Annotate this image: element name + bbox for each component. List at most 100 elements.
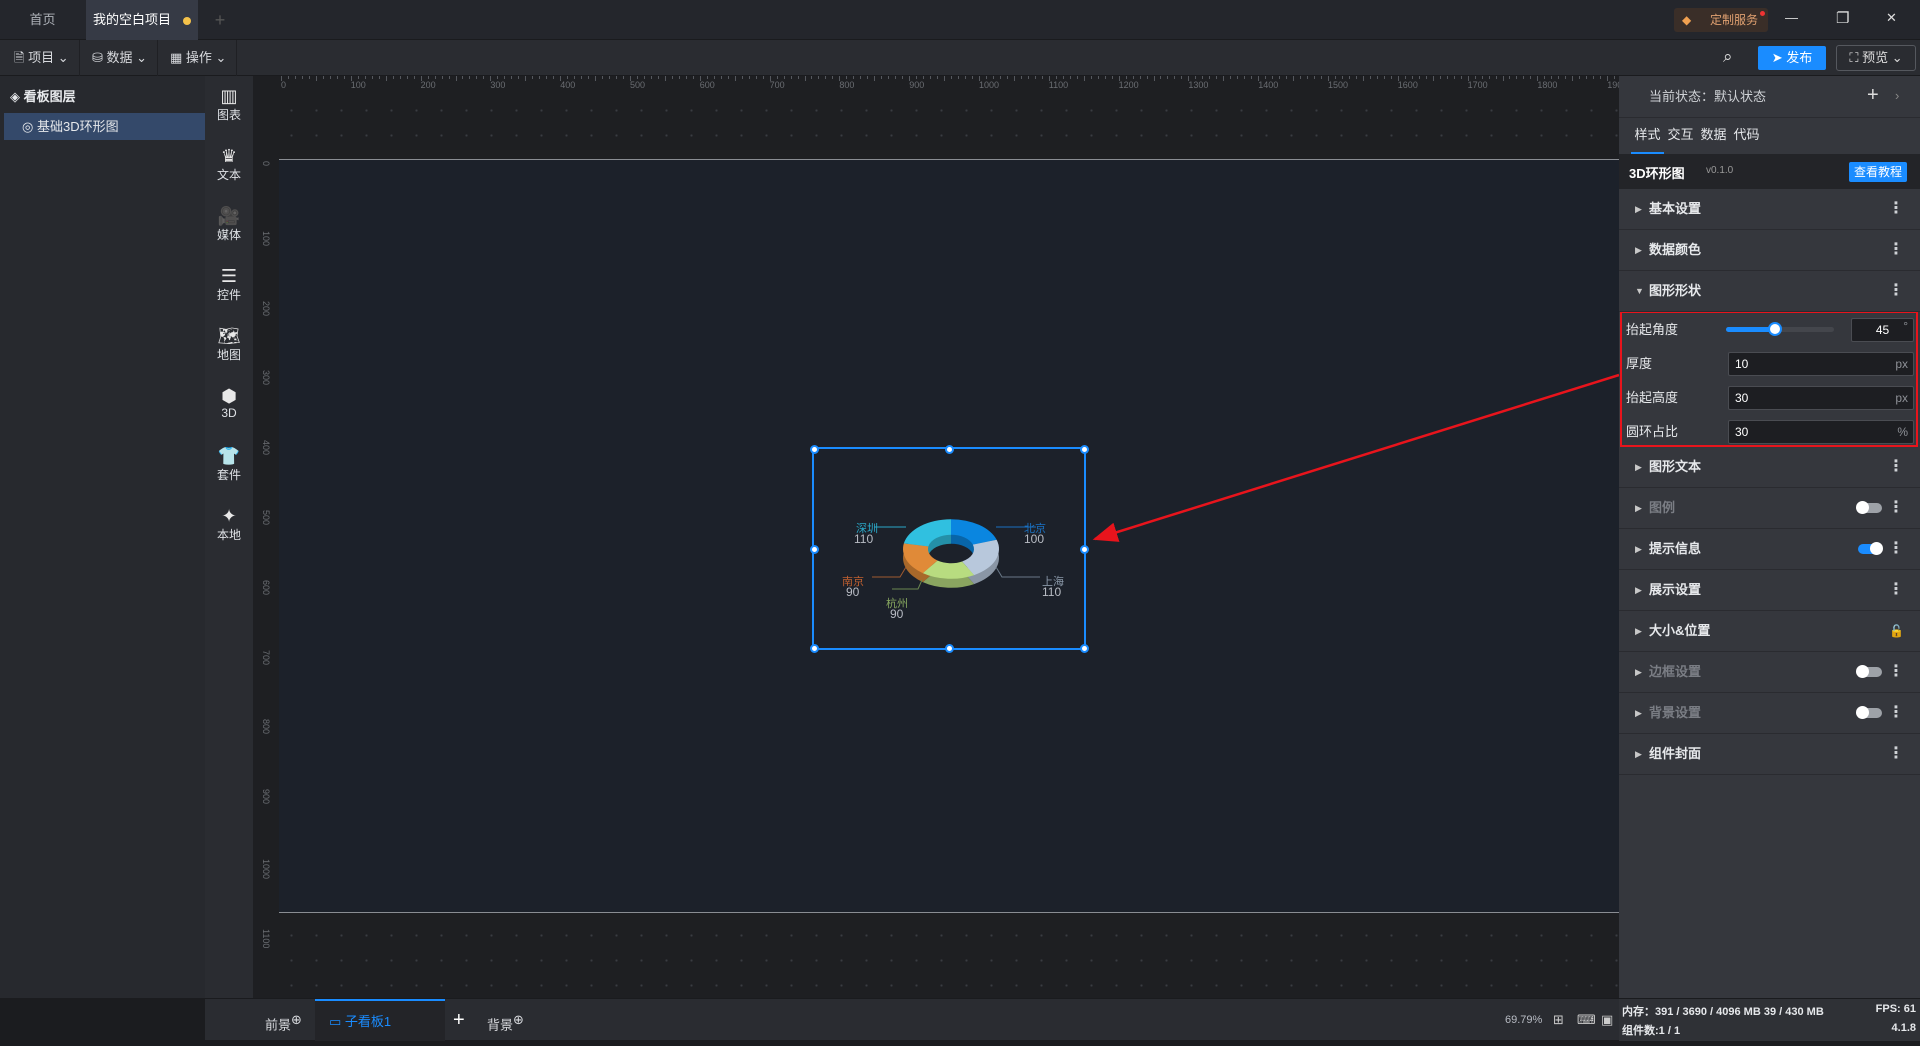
project-menu[interactable]: 🗎 项目 ⌄ [4, 40, 80, 76]
add-subboard-button[interactable]: + [453, 999, 465, 1041]
more-icon[interactable]: ⋮ [1888, 734, 1904, 774]
lift-height-input[interactable]: 30 px [1728, 386, 1914, 410]
more-icon[interactable]: ⋮ [1888, 529, 1904, 569]
section-2[interactable]: ▶ 提示信息 ⋮ [1619, 529, 1920, 570]
sidebar-item-2[interactable]: 🎥 媒体 [205, 206, 253, 243]
sidebar-item-label: 套件 [216, 468, 241, 482]
toggle-switch[interactable] [1856, 665, 1882, 678]
bottom-bar: 前景⊕ ▭ 子看板1 + 背景⊕ 69.79% ⊞ ⌨ ▣ 内存：391 / 3… [205, 998, 1920, 1041]
search-icon[interactable]: ⌕ [1723, 47, 1733, 67]
chevron-right-icon[interactable]: › [1895, 88, 1899, 103]
sidebar-item-4[interactable]: 🗺 地图 [205, 326, 253, 363]
resize-handle[interactable] [1079, 643, 1089, 653]
tab-2[interactable]: 数据 [1697, 118, 1730, 154]
more-icon[interactable]: ⋮ [1888, 189, 1904, 229]
add-circle-icon[interactable]: ⊕ [513, 1012, 524, 1027]
foreground-tab[interactable]: 前景⊕ [265, 999, 302, 1041]
caret-icon: ▶ [1635, 626, 1642, 636]
more-icon[interactable]: ⋮ [1888, 693, 1904, 733]
section-3[interactable]: ▶ 展示设置 ⋮ [1619, 570, 1920, 611]
resize-handle[interactable] [809, 544, 819, 554]
preview-button[interactable]: ⛶ 预览 ⌄ [1836, 45, 1916, 71]
tab-home[interactable]: 首页 [0, 0, 85, 40]
thickness-input[interactable]: 10 px [1728, 352, 1914, 376]
tab-0[interactable]: 样式 [1631, 118, 1664, 154]
shape-settings-highlight: 抬起角度 45 ° 厚度 10 px 抬起高度 30 px 圆环占比 30% [1620, 311, 1918, 447]
section-1[interactable]: ▶ 数据颜色 ⋮ [1619, 230, 1920, 271]
ruler-tick-label: 1000 [979, 80, 1000, 90]
layer-item[interactable]: ◎ 基础3D环形图 [4, 113, 205, 140]
sidebar-item-0[interactable]: ▥ 图表 [205, 86, 253, 123]
lift-angle-slider[interactable] [1726, 322, 1834, 336]
section-4[interactable]: ▶ 大小&位置 🔓 [1619, 611, 1920, 652]
more-icon[interactable]: ⋮ [1888, 271, 1904, 311]
resize-handle[interactable] [1079, 444, 1089, 454]
lock-icon[interactable]: 🔓 [1889, 611, 1904, 651]
sidebar-item-5[interactable]: ⬢ 3D [205, 386, 253, 420]
slider-handle[interactable] [1767, 322, 1782, 336]
toggle-switch[interactable] [1856, 501, 1882, 514]
selected-chart-component[interactable]: 深圳 110 北京 100 上海 110 南京 90 杭州 90 [809, 444, 1089, 653]
ruler-tick [902, 76, 904, 79]
sidebar-item-label: 地图 [216, 348, 241, 362]
minimize-button[interactable]: — [1785, 10, 1798, 25]
close-button[interactable]: ✕ [1886, 10, 1897, 26]
sidebar-item-6[interactable]: 👕 套件 [205, 446, 253, 483]
more-icon[interactable]: ⋮ [1888, 230, 1904, 270]
properties-panel: 当前状态：默认状态 + › 样式 交互 数据 代码 3D环形图 v0.1.0 查看教程… [1619, 76, 1920, 998]
publish-button[interactable]: ➤ 发布 [1758, 46, 1826, 70]
ring-ratio-input[interactable]: 30% [1728, 420, 1914, 444]
data-menu[interactable]: ⛁ 数据 ⌄ [82, 40, 159, 76]
section-0[interactable]: ▶ 基本设置 ⋮ [1619, 189, 1920, 230]
tab-1[interactable]: 交互 [1664, 118, 1697, 154]
resize-handle[interactable] [944, 643, 954, 653]
resize-handle[interactable] [944, 444, 954, 454]
add-circle-icon[interactable]: ⊕ [291, 1012, 302, 1027]
tutorial-button[interactable]: 查看教程 [1849, 162, 1907, 182]
resize-handle[interactable] [809, 643, 819, 653]
section-label: 背景设置 [1649, 705, 1702, 720]
sidebar-item-1[interactable]: ♛ 文本 [205, 146, 253, 183]
lift-angle-input[interactable]: 45 ° [1851, 318, 1914, 342]
tab-3[interactable]: 代码 [1730, 118, 1763, 154]
operate-menu[interactable]: ▦ 操作 ⌄ [160, 40, 238, 76]
ruler-tick [553, 76, 555, 79]
terminal-icon[interactable]: ▣ [1601, 999, 1613, 1041]
fit-screen-icon[interactable]: ⊞ [1553, 999, 1564, 1041]
more-icon[interactable]: ⋮ [1888, 652, 1904, 692]
section-7[interactable]: ▶ 组件封面 ⋮ [1619, 734, 1920, 775]
custom-service-button[interactable]: ◆ 定制服务 [1674, 8, 1768, 32]
resize-handle[interactable] [809, 444, 819, 454]
more-icon[interactable]: ⋮ [1888, 447, 1904, 487]
section-5[interactable]: ▶ 边框设置 ⋮ [1619, 652, 1920, 693]
more-icon[interactable]: ⋮ [1888, 488, 1904, 528]
toggle-switch[interactable] [1856, 706, 1882, 719]
section-2[interactable]: ▼ 图形形状 ⋮ [1619, 271, 1920, 312]
thickness-unit: px [1895, 357, 1908, 371]
keyboard-icon[interactable]: ⌨ [1577, 999, 1596, 1041]
ruler-tick [525, 76, 527, 81]
toggle-switch[interactable] [1858, 542, 1883, 555]
caret-icon: ▶ [1635, 585, 1642, 595]
state-value[interactable]: 默认状态 [1714, 89, 1766, 104]
ruler-tick [664, 76, 666, 81]
add-tab-button[interactable]: + [205, 0, 235, 40]
restore-button[interactable]: ❐ [1836, 9, 1849, 27]
ruler-tick [1586, 76, 1588, 79]
resize-handle[interactable] [1079, 544, 1089, 554]
add-state-button[interactable]: + [1867, 84, 1879, 107]
ruler-tick-label: 100 [350, 80, 366, 90]
ruler-tick [1139, 76, 1141, 79]
zoom-level[interactable]: 69.79% [1505, 999, 1542, 1041]
tab-project[interactable]: 我的空白项目 [86, 0, 198, 40]
subboard-tab[interactable]: ▭ 子看板1 [315, 999, 445, 1041]
more-icon[interactable]: ⋮ [1888, 570, 1904, 610]
background-tab[interactable]: 背景⊕ [487, 999, 524, 1041]
ruler-tick [972, 76, 974, 79]
sidebar-item-3[interactable]: ☰ 控件 [205, 266, 253, 303]
section-6[interactable]: ▶ 背景设置 ⋮ [1619, 693, 1920, 734]
ruler-tick [1369, 76, 1371, 79]
section-0[interactable]: ▶ 图形文本 ⋮ [1619, 447, 1920, 488]
section-1[interactable]: ▶ 图例 ⋮ [1619, 488, 1920, 529]
sidebar-item-7[interactable]: ✦ 本地 [205, 506, 253, 543]
